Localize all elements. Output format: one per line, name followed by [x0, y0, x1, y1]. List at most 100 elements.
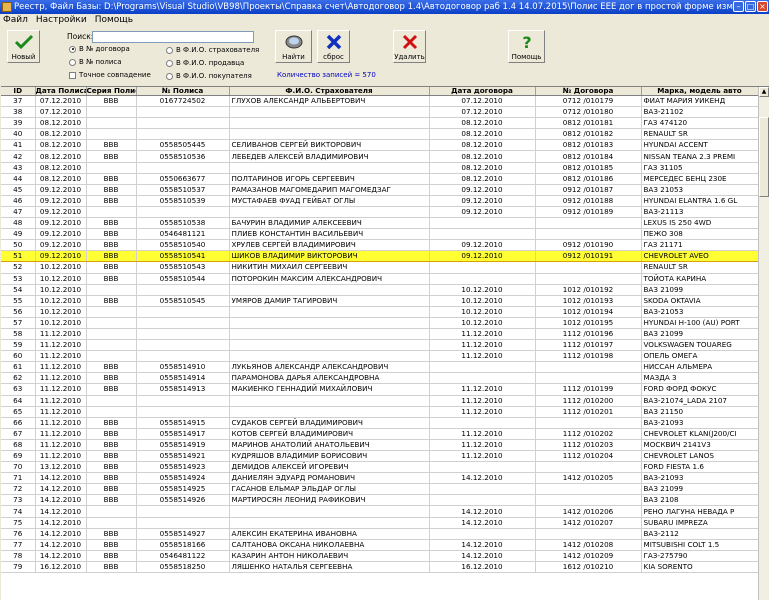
- table-row[interactable]: 45 09.12.2010 ВВВ 0558510537 РАМАЗАНОВ МАГОМ…: [1, 184, 759, 196]
- table-cell: CHEVROLET AVEO: [641, 250, 759, 263]
- option-contract-number[interactable]: В № договора: [69, 45, 130, 53]
- table-cell: 11.12.2010: [429, 350, 536, 363]
- table-row[interactable]: 65 11.12.2010 11.12.2010 1112 /010201 ВАЗ 21…: [1, 406, 759, 418]
- table-cell: 08.12.2010: [429, 128, 536, 141]
- option-policy-number[interactable]: В № полиса: [69, 58, 122, 66]
- table-row[interactable]: 63 11.12.2010 ВВВ 0558514913 МАКИЕНКО ГЕННАД…: [1, 383, 759, 396]
- table-cell: ВВВ: [86, 239, 137, 252]
- help-button[interactable]: ? Помощь: [508, 30, 545, 63]
- table-row[interactable]: 64 11.12.2010 11.12.2010 1112 /010200 ВАЗ-21…: [1, 395, 759, 407]
- table-row[interactable]: 78 14.12.2010 ВВВ 0546481122 КАЗАРИН АНТОН Н…: [1, 550, 759, 562]
- table-row[interactable]: 54 10.12.2010 10.12.2010 1012 /010192 ВАЗ 21…: [1, 284, 759, 296]
- delete-button[interactable]: Удалить: [393, 30, 426, 63]
- vertical-scrollbar[interactable]: ▲: [758, 87, 769, 600]
- table-row[interactable]: 71 14.12.2010 ВВВ 0558514924 ДАНИЕЛЯН ЭДУАРД…: [1, 472, 759, 485]
- table-row[interactable]: 61 11.12.2010 ВВВ 0558514910 ЛУКЬЯНОВ АЛЕКСА…: [1, 361, 759, 374]
- table-row[interactable]: 72 14.12.2010 ВВВ 0558514925 ГАСАНОВ ЕЛЬМАР …: [1, 483, 759, 496]
- table-cell: ВАЗ-21102: [641, 106, 759, 119]
- table-cell: 0558510539: [136, 195, 230, 207]
- table-row[interactable]: 49 09.12.2010 ВВВ 0546481121 ПЛИЕВ КОНСТАНТИ…: [1, 228, 759, 241]
- table-row[interactable]: 42 08.12.2010 ВВВ 0558510536 ЛЕБЕДЕВ АЛЕКСЕЙ…: [1, 150, 759, 163]
- table-row[interactable]: 69 11.12.2010 ВВВ 0558514921 КУДРЯШОВ ВЛАДИМ…: [1, 450, 759, 463]
- table-row[interactable]: 74 14.12.2010 14.12.2010 1412 /010206 РЕНО Л…: [1, 505, 759, 518]
- scroll-thumb[interactable]: [759, 117, 769, 197]
- table-row[interactable]: 79 16.12.2010 ВВВ 0558518250 ЛЯШЕНКО НАТАЛЬЯ…: [1, 561, 759, 574]
- table-row[interactable]: 47 09.12.2010 09.12.2010 0912 /010189 ВАЗ-21…: [1, 206, 759, 219]
- table-row[interactable]: 70 13.12.2010 ВВВ 0558514923 ДЕМИДОВ АЛЕКСЕЙ…: [1, 461, 759, 474]
- table-cell: 75: [1, 517, 36, 529]
- table-row[interactable]: 43 08.12.2010 08.12.2010 0812 /010185 ГАЗ 31…: [1, 162, 759, 174]
- column-header[interactable]: ID: [1, 87, 36, 96]
- column-header[interactable]: Дата Полиса: [35, 87, 87, 96]
- scroll-up-icon[interactable]: ▲: [759, 87, 769, 97]
- table-cell: 63: [1, 383, 36, 396]
- table-row[interactable]: 38 07.12.2010 07.12.2010 0712 /010180 ВАЗ-21…: [1, 106, 759, 119]
- table-cell: ВАЗ 21099: [641, 284, 759, 296]
- radio-contract-number[interactable]: [69, 45, 76, 53]
- table-row[interactable]: 62 11.12.2010 ВВВ 0558514914 ПАРАМОНОВА ДАРЬ…: [1, 372, 759, 385]
- new-button[interactable]: Новый: [7, 30, 40, 63]
- radio-insurer-name[interactable]: [166, 46, 173, 54]
- column-header[interactable]: Ф.И.О. Страхователя: [229, 87, 430, 96]
- table-row[interactable]: 68 11.12.2010 ВВВ 0558514919 МАРИНОВ АНАТОЛИ…: [1, 439, 759, 452]
- table-cell: ПАРАМОНОВА ДАРЬЯ АЛЕКСАНДРОВНА: [229, 372, 430, 385]
- table-row[interactable]: 39 08.12.2010 08.12.2010 0812 /010181 ГАЗ 47…: [1, 117, 759, 130]
- column-header[interactable]: Марка, модель авто: [641, 87, 759, 96]
- table-row[interactable]: 52 10.12.2010 ВВВ 0558510543 НИКИТИН МИХАИЛ …: [1, 261, 759, 274]
- radio-policy-number[interactable]: [69, 58, 76, 66]
- table-row[interactable]: 59 11.12.2010 11.12.2010 1112 /010197 VOLKSW…: [1, 339, 759, 352]
- close-icon[interactable]: ×: [757, 1, 768, 12]
- reset-button[interactable]: сброс: [317, 30, 350, 63]
- radio-buyer-name[interactable]: [166, 72, 173, 80]
- table-cell: 14.12.2010: [35, 550, 87, 562]
- table-cell: 11.12.2010: [35, 439, 87, 452]
- table-cell: ОПЕЛЬ ОМЕГА: [641, 350, 759, 363]
- menu-help[interactable]: Помощь: [95, 14, 133, 27]
- option-seller-name[interactable]: В Ф.И.О. продавца: [166, 59, 244, 67]
- table-row[interactable]: 58 11.12.2010 11.12.2010 1112 /010196 ВАЗ 21…: [1, 328, 759, 341]
- menu-settings[interactable]: Настройки: [36, 14, 87, 27]
- table-row[interactable]: 53 10.12.2010 ВВВ 0558510544 ПОТОРОКИН МАКСИ…: [1, 273, 759, 285]
- table-row[interactable]: 57 10.12.2010 10.12.2010 1012 /010195 HYUNDA…: [1, 317, 759, 329]
- table-row[interactable]: 50 09.12.2010 ВВВ 0558510540 ХРУЛЕВ СЕРГЕЙ В…: [1, 239, 759, 252]
- option-buyer-name[interactable]: В Ф.И.О. покупателя: [166, 72, 252, 80]
- find-button[interactable]: Найти: [275, 30, 312, 63]
- table-row[interactable]: 60 11.12.2010 11.12.2010 1112 /010198 ОПЕЛЬ …: [1, 350, 759, 363]
- column-header[interactable]: № Полиса: [136, 87, 230, 96]
- table-row[interactable]: 66 11.12.2010 ВВВ 0558514915 СУДАКОВ СЕРГЕЙ …: [1, 417, 759, 429]
- search-input[interactable]: [92, 31, 254, 43]
- table-row[interactable]: 75 14.12.2010 14.12.2010 1412 /010207 SUBARU…: [1, 517, 759, 529]
- table-cell: [136, 406, 230, 418]
- column-header[interactable]: Дата договора: [429, 87, 536, 96]
- table-cell: 39: [1, 117, 36, 130]
- table-row[interactable]: 40 08.12.2010 08.12.2010 0812 /010182 RENAUL…: [1, 128, 759, 141]
- column-header[interactable]: Серия Полиса: [86, 87, 137, 96]
- table-cell: 1112 /010198: [535, 350, 642, 363]
- table-cell: HYUNDAI H-100 (AU) PORT: [641, 317, 759, 329]
- radio-seller-name[interactable]: [166, 59, 173, 67]
- table-row[interactable]: 48 09.12.2010 ВВВ 0558510538 БАЧУРИН ВЛАДИМИ…: [1, 217, 759, 230]
- table-cell: 0558510540: [136, 239, 230, 252]
- records-grid[interactable]: IDДата ПолисаСерия Полиса№ ПолисаФ.И.О. …: [1, 86, 769, 600]
- table-cell: RENAULT SR: [641, 261, 759, 274]
- table-row[interactable]: 51 09.12.2010 ВВВ 0558510541 ШИКОВ ВЛАДИМИР …: [1, 250, 759, 263]
- table-row[interactable]: 77 14.12.2010 ВВВ 0558518166 САЛТАНОВА ОКСАН…: [1, 539, 759, 551]
- table-row[interactable]: 73 14.12.2010 ВВВ 0558514926 МАРТИРОСЯН ЛЕОН…: [1, 494, 759, 507]
- table-row[interactable]: 46 09.12.2010 ВВВ 0558510539 МУСТАФАЕВ ФУАД …: [1, 195, 759, 207]
- option-insurer-name[interactable]: В Ф.И.О. страхователя: [166, 46, 259, 54]
- table-row[interactable]: 44 08.12.2010 ВВВ 0550663677 ПОЛТАРИНОВ ИГОР…: [1, 173, 759, 185]
- table-row[interactable]: 76 14.12.2010 ВВВ 0558514927 АЛЕКСИН ЕКАТЕРИ…: [1, 528, 759, 540]
- maximize-icon[interactable]: □: [745, 1, 756, 12]
- table-row[interactable]: 55 10.12.2010 ВВВ 0558510545 УМЯРОВ ДАМИР ТА…: [1, 295, 759, 307]
- option-exact-match[interactable]: Точное совпадение: [69, 71, 151, 79]
- table-row[interactable]: 56 10.12.2010 10.12.2010 1012 /010194 ВАЗ-21…: [1, 306, 759, 318]
- table-row[interactable]: 41 08.12.2010 ВВВ 0558505445 СЕЛИВАНОВ СЕРГЕ…: [1, 139, 759, 152]
- table-cell: ПЕЖО 308: [641, 228, 759, 241]
- minimize-icon[interactable]: –: [733, 1, 744, 12]
- menu-file[interactable]: Файл: [3, 14, 28, 27]
- column-header[interactable]: № Договора: [535, 87, 642, 96]
- checkbox-exact-match[interactable]: [69, 71, 76, 79]
- table-row[interactable]: 67 11.12.2010 ВВВ 0558514917 КОТОВ СЕРГЕЙ ВЛ…: [1, 428, 759, 440]
- table-row[interactable]: 37 07.12.2010 ВВВ 0167724502 ГЛУХОВ АЛЕКСАНД…: [1, 95, 759, 108]
- table-cell: NISSAN TEANA 2.3 PREMI: [641, 150, 759, 163]
